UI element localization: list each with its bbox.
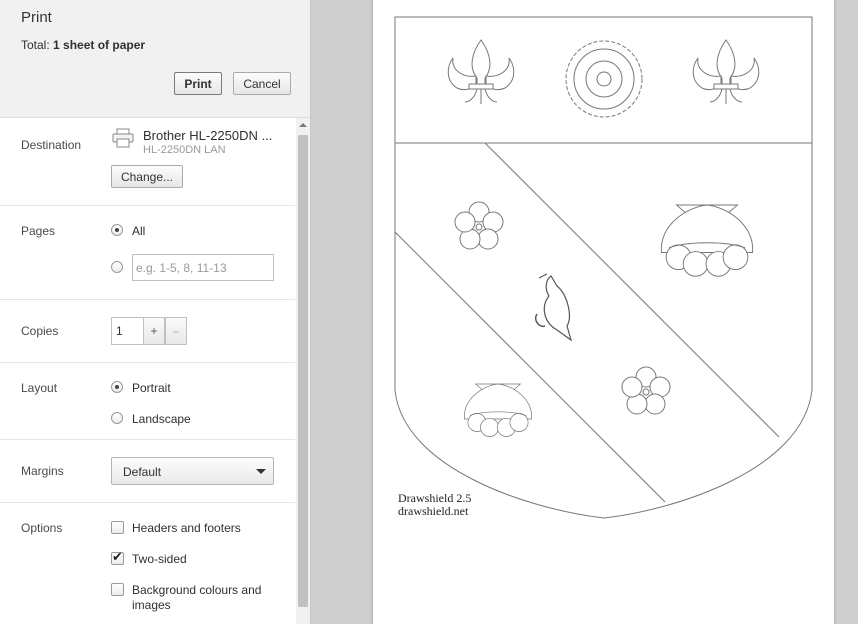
preview-page: Drawshield 2.5 drawshield.net [373, 0, 834, 624]
total-value: 1 sheet of paper [53, 38, 146, 52]
two-sided-label: Two-sided [132, 552, 187, 566]
background-graphics-label-line2: images [132, 598, 171, 612]
sidebar-scrollbar[interactable] [296, 118, 310, 624]
portrait-label: Portrait [132, 381, 171, 395]
scrollbar-thumb[interactable] [298, 135, 308, 607]
checkmark-icon: ✔ [112, 549, 123, 564]
layout-section [0, 363, 295, 440]
printer-subtitle: HL-2250DN LAN [143, 144, 226, 156]
total-label: Total: [21, 38, 50, 52]
scroll-up-arrow-icon[interactable] [299, 123, 307, 127]
copies-decrement-button[interactable]: – [165, 317, 187, 345]
pages-label: Pages [21, 224, 56, 238]
headers-footers-label: Headers and footers [132, 521, 241, 535]
print-header: Print Total: 1 sheet of paper Print Canc… [0, 0, 310, 118]
printer-icon [112, 128, 134, 148]
landscape-label: Landscape [132, 412, 191, 426]
margins-value: Default [123, 465, 162, 479]
print-preview-area: Drawshield 2.5 drawshield.net [311, 0, 858, 624]
background-graphics-checkbox[interactable] [111, 583, 124, 596]
pages-section [0, 206, 295, 300]
change-destination-button[interactable]: Change... [111, 165, 183, 188]
copies-increment-button[interactable]: + [143, 317, 165, 345]
printer-name: Brother HL-2250DN ... [143, 128, 273, 143]
print-settings-sidebar: Print Total: 1 sheet of paper Print Canc… [0, 0, 311, 624]
destination-label: Destination [21, 138, 82, 152]
print-button[interactable]: Print [174, 72, 222, 95]
pages-all-label: All [132, 224, 146, 238]
sheet-total: Total: 1 sheet of paper [21, 38, 145, 52]
background-graphics-label-line1: Background colours and [132, 583, 262, 597]
two-sided-checkbox[interactable]: ✔ [111, 549, 124, 565]
copies-input[interactable] [111, 317, 143, 345]
layout-label: Layout [21, 381, 58, 395]
pages-range-radio[interactable] [111, 261, 123, 273]
copies-label: Copies [21, 324, 59, 338]
shield-image [394, 16, 813, 519]
margins-select[interactable]: Default [111, 457, 274, 485]
dialog-title: Print [21, 9, 52, 26]
options-label: Options [21, 521, 63, 535]
pages-all-radio[interactable] [111, 224, 123, 236]
cancel-button[interactable]: Cancel [233, 72, 291, 95]
margins-label: Margins [21, 464, 64, 478]
page-range-input[interactable] [132, 254, 274, 281]
preview-credit-line2: drawshield.net [398, 504, 469, 518]
landscape-radio[interactable] [111, 412, 123, 424]
portrait-radio[interactable] [111, 381, 123, 393]
chevron-down-icon [256, 469, 266, 474]
headers-footers-checkbox[interactable] [111, 521, 124, 534]
